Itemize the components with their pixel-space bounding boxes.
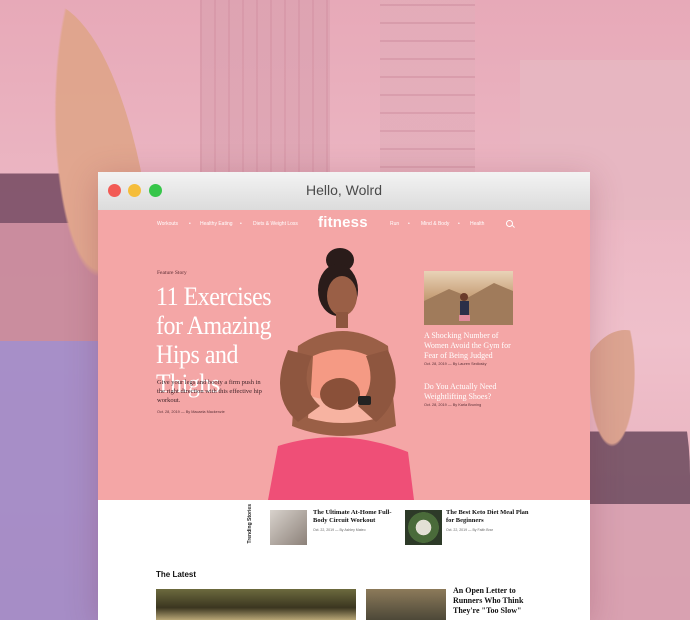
nav-item-workouts[interactable]: Workouts bbox=[157, 221, 178, 227]
side-story-title[interactable]: A Shocking Number of Women Avoid the Gym… bbox=[424, 331, 524, 361]
site-logo[interactable]: fitness bbox=[318, 214, 368, 231]
side-story-byline: Oct. 28, 2019 — By Karla Bruning bbox=[424, 403, 482, 407]
feature-label: Feature Story bbox=[157, 270, 187, 276]
trending-label: Trending Stories bbox=[247, 504, 253, 544]
latest-feature-image[interactable] bbox=[156, 589, 356, 620]
trending-thumbnail[interactable] bbox=[405, 510, 442, 545]
latest-story-title[interactable]: An Open Letter to Runners Who Think They… bbox=[453, 586, 543, 616]
latest-heading: The Latest bbox=[156, 570, 197, 579]
nav-item-run[interactable]: Run bbox=[390, 221, 399, 227]
search-icon[interactable] bbox=[506, 220, 513, 227]
hero-section: Workouts • Healthy Eating • Diets & Weig… bbox=[98, 210, 590, 500]
side-story-byline: Oct. 28, 2019 — By Lauren Sedlosky bbox=[424, 362, 487, 366]
site-nav: Workouts • Healthy Eating • Diets & Weig… bbox=[98, 210, 590, 236]
nav-separator: • bbox=[189, 221, 191, 227]
trending-thumbnail[interactable] bbox=[270, 510, 307, 545]
latest-thumbnail[interactable] bbox=[366, 589, 446, 620]
trending-title[interactable]: The Ultimate At-Home Full-Body Circuit W… bbox=[313, 509, 403, 525]
nav-item-diets[interactable]: Diets & Weight Loss bbox=[253, 221, 298, 227]
window-titlebar: Hello, Wolrd bbox=[98, 172, 590, 211]
nav-separator: • bbox=[408, 221, 410, 227]
browser-window: Hello, Wolrd Workouts • Healthy Eating •… bbox=[98, 172, 590, 620]
side-story-thumbnail[interactable] bbox=[424, 271, 513, 325]
window-title: Hello, Wolrd bbox=[306, 182, 382, 198]
nav-separator: • bbox=[458, 221, 460, 227]
nav-item-mind-body[interactable]: Mind & Body bbox=[421, 221, 449, 227]
side-story-title[interactable]: Do You Actually Need Weightlifting Shoes… bbox=[424, 382, 524, 402]
trending-strip: Trending Stories The Ultimate At-Home Fu… bbox=[244, 500, 590, 550]
trending-byline: Oct. 22, 2019 — By Faith Brar bbox=[446, 528, 493, 532]
athlete-photo bbox=[268, 248, 414, 500]
nav-item-healthy-eating[interactable]: Healthy Eating bbox=[200, 221, 233, 227]
trending-title[interactable]: The Best Keto Diet Meal Plan for Beginne… bbox=[446, 509, 536, 525]
trending-byline: Oct. 22, 2019 — By Ashley Mateo bbox=[313, 528, 366, 532]
nav-item-health[interactable]: Health bbox=[470, 221, 484, 227]
feature-dek: Give your legs and booty a firm push in … bbox=[157, 379, 262, 404]
nav-separator: • bbox=[240, 221, 242, 227]
feature-byline: Oct. 28, 2019 — By Macaela Mackenzie bbox=[157, 410, 225, 414]
